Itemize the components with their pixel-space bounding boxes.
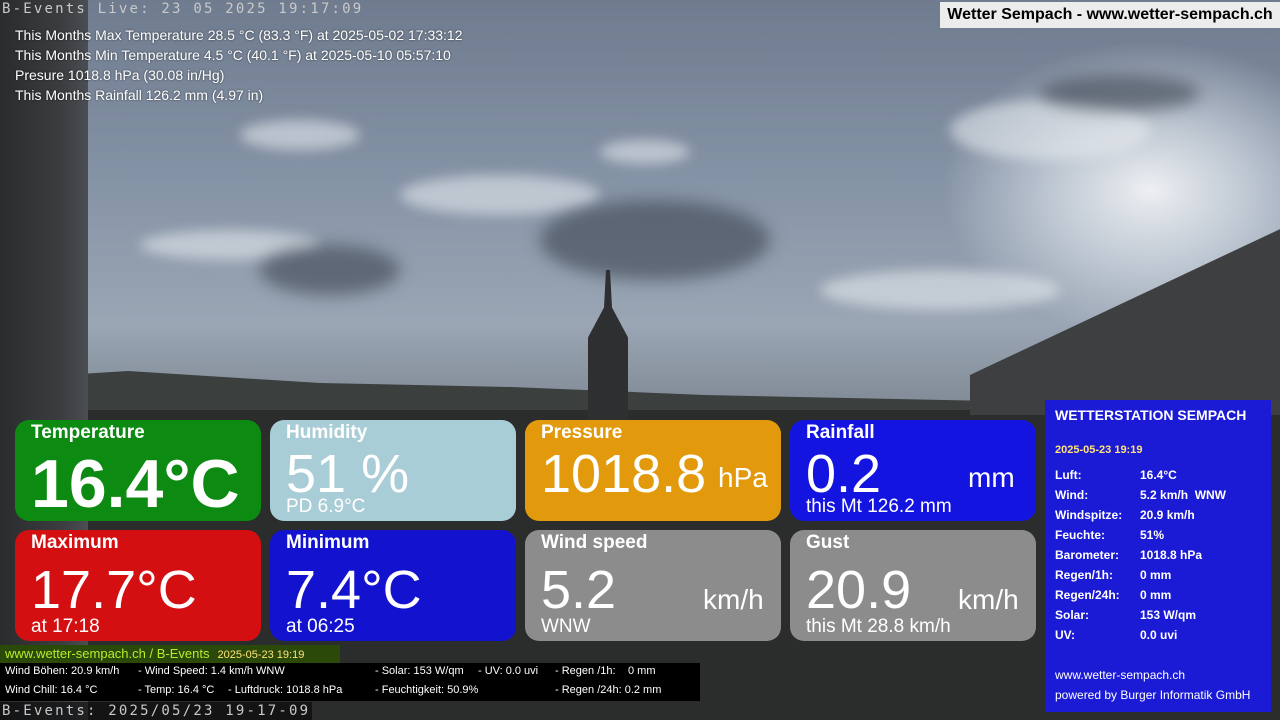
tile-title: Minimum (286, 532, 370, 553)
tile-title: Maximum (31, 532, 119, 553)
station-datetime: 2025-05-23 19:19 (1055, 444, 1143, 456)
dew-point: PD 6.9°C (286, 496, 366, 517)
stat-rainfall: This Months Rainfall 126.2 mm (4.97 in) (15, 87, 264, 103)
info-strip: Wind Böhen: 20.9 km/h - Wind Speed: 1.4 … (0, 663, 700, 701)
rain-1h-text: - Regen /1h: (555, 665, 616, 677)
wind-gusts-text: Wind Böhen: 20.9 km/h (5, 665, 120, 677)
station-row-value: 16.4°C (1140, 468, 1177, 482)
live-caption: B-Events Live: 23 05 2025 19:17:09 (2, 1, 364, 17)
gust-value: 20.9 (806, 560, 912, 620)
cloud (260, 245, 400, 295)
pressure-tile: Pressure 1018.8 hPa (525, 420, 781, 521)
station-row-label: Feuchte: (1055, 528, 1106, 542)
wind-speed-value: 5.2 (541, 560, 617, 620)
station-row-value: 5.2 km/h WNW (1140, 488, 1227, 502)
pressure-value: 1018.8 (541, 444, 707, 504)
stat-pressure: Presure 1018.8 hPa (30.08 in/Hg) (15, 67, 225, 83)
station-row-label: Luft: (1055, 468, 1082, 482)
station-powered-by: powered by Burger Informatik GmbH (1055, 688, 1251, 702)
station-row-value: 20.9 km/h (1140, 508, 1195, 522)
cloud (1040, 75, 1200, 111)
station-panel: WETTERSTATION SEMPACH 2025-05-23 19:19 L… (1045, 400, 1271, 712)
cloud (540, 200, 770, 280)
maximum-value: 17.7°C (31, 560, 197, 620)
temperature-tile: Temperature 16.4°C (15, 420, 261, 521)
station-row-value: 0 mm (1140, 568, 1172, 582)
station-row-label: Solar: (1055, 608, 1090, 622)
uv-text: - UV: 0.0 uvi (478, 665, 539, 677)
station-row-label: Windspitze: (1055, 508, 1123, 522)
tile-title: Humidity (286, 422, 368, 443)
rainfall-value: 0.2 (806, 444, 882, 504)
cloud (600, 140, 690, 164)
ticker-date: 2025-05-23 19:19 (217, 649, 305, 661)
station-row-value: 0 mm (1140, 588, 1172, 602)
maximum-time: at 17:18 (31, 616, 100, 637)
footer-caption: B-Events: 2025/05/23 19-17-09 (0, 702, 313, 720)
tile-title: Gust (806, 532, 850, 553)
cloud (240, 120, 360, 150)
tile-title: Wind speed (541, 532, 648, 553)
stat-min-temp: This Months Min Temperature 4.5 °C (40.1… (15, 47, 451, 63)
rainfall-unit: mm (968, 462, 1015, 493)
pressure-unit: hPa (718, 462, 768, 493)
church-tower (588, 270, 628, 420)
ticker-label: www.wetter-sempach.ch / B-Events (5, 646, 210, 661)
cloud (820, 270, 1060, 310)
gust-month: this Mt 28.8 km/h (806, 616, 951, 637)
temp-text: - Temp: 16.4 °C (138, 684, 215, 696)
wind-chill-text: Wind Chill: 16.4 °C (5, 684, 98, 696)
solar-text: - Solar: 153 W/qm (375, 665, 464, 677)
humidity-tile: Humidity 51 % PD 6.9°C (270, 420, 516, 521)
cloud (400, 175, 600, 215)
station-row-value: 51% (1140, 528, 1165, 542)
humidity-value: 51 % (286, 444, 410, 504)
station-row-value: 153 W/qm (1140, 608, 1197, 622)
monthly-stats: This Months Max Temperature 28.5 °C (83.… (15, 25, 463, 105)
tile-title: Temperature (31, 422, 145, 443)
station-row-label: Wind: (1055, 488, 1089, 502)
rain-1h-value: 0 mm (628, 665, 656, 677)
minimum-tile: Minimum 7.4°C at 06:25 (270, 530, 516, 641)
wind-direction: WNW (541, 616, 591, 637)
wind-speed-text: - Wind Speed: 1.4 km/h WNW (138, 665, 285, 677)
tile-title: Rainfall (806, 422, 875, 443)
gust-unit: km/h (958, 584, 1019, 615)
station-row-label: Barometer: (1055, 548, 1120, 562)
station-url: www.wetter-sempach.ch (1055, 668, 1186, 682)
maximum-tile: Maximum 17.7°C at 17:18 (15, 530, 261, 641)
wind-speed-tile: Wind speed 5.2 km/h WNW (525, 530, 781, 641)
humidity-text: - Feuchtigkeit: 50.9% (375, 684, 479, 696)
tile-title: Pressure (541, 422, 623, 443)
station-row-value: 1018.8 hPa (1140, 548, 1203, 562)
station-row-label: Regen/24h: (1055, 588, 1120, 602)
minimum-time: at 06:25 (286, 616, 355, 637)
station-row-label: Regen/1h: (1055, 568, 1114, 582)
rainfall-tile: Rainfall 0.2 mm this Mt 126.2 mm (790, 420, 1036, 521)
station-row-value: 0.0 uvi (1140, 628, 1178, 642)
minimum-value: 7.4°C (286, 560, 422, 620)
station-row-label: UV: (1055, 628, 1076, 642)
pressure-text: - Luftdruck: 1018.8 hPa (228, 684, 343, 696)
ticker-bar: www.wetter-sempach.ch / B-Events 2025-05-… (0, 645, 340, 663)
site-title: Wetter Sempach - www.wetter-sempach.ch (940, 2, 1280, 28)
rain-24h-text: - Regen /24h: 0.2 mm (555, 684, 662, 696)
gust-tile: Gust 20.9 km/h this Mt 28.8 km/h (790, 530, 1036, 641)
rainfall-month: this Mt 126.2 mm (806, 496, 952, 517)
wind-speed-unit: km/h (703, 584, 764, 615)
temperature-value: 16.4°C (31, 446, 240, 521)
stat-max-temp: This Months Max Temperature 28.5 °C (83.… (15, 27, 463, 43)
station-title: WETTERSTATION SEMPACH (1055, 407, 1247, 423)
